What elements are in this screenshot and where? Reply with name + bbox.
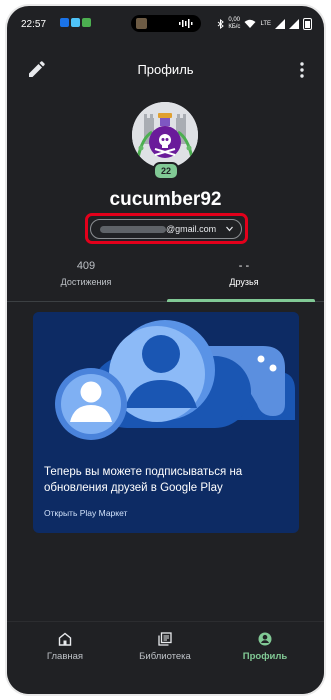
app-bar: Профиль	[7, 50, 324, 90]
promo-card-title: Теперь вы можете подписываться на обновл…	[44, 466, 243, 494]
app-notification-icon	[82, 18, 91, 27]
wifi-icon	[244, 19, 256, 28]
profile-tabs: 409 Достижения - - Друзья	[7, 256, 324, 302]
friends-illustration-icon	[33, 312, 299, 452]
dynamic-island	[131, 15, 201, 32]
app-notification-icon	[71, 18, 80, 27]
achievements-label: Достижения	[60, 277, 112, 287]
more-vert-icon[interactable]	[300, 62, 304, 78]
battery-icon	[303, 18, 312, 30]
network-speed: 0,00 КБ/с	[228, 17, 241, 30]
home-icon	[58, 632, 72, 646]
audio-wave-icon	[179, 19, 193, 28]
library-icon	[158, 632, 172, 646]
media-thumbnail-icon	[136, 18, 147, 29]
nav-home-label: Главная	[46, 651, 84, 662]
tab-friends[interactable]: - - Друзья	[165, 256, 323, 300]
nav-library[interactable]: Библиотека	[115, 632, 215, 662]
avatar[interactable]	[132, 102, 198, 168]
phone-screen: 22:57 0,00 КБ/с LTE Профиль 22 cucumber9…	[7, 6, 324, 694]
level-badge: 22	[153, 162, 179, 180]
achievements-count: 409	[76, 260, 96, 272]
highlight-box	[85, 213, 248, 244]
nav-home[interactable]: Главная	[15, 632, 115, 662]
friends-count: - -	[238, 260, 250, 272]
bluetooth-icon	[218, 19, 225, 29]
status-bar: 22:57 0,00 КБ/с LTE	[7, 6, 324, 46]
lte-label: LTE	[260, 21, 271, 27]
app-notification-icon	[60, 18, 69, 27]
status-time: 22:57	[21, 19, 47, 30]
tab-indicator	[167, 299, 315, 302]
nav-profile[interactable]: Профиль	[215, 632, 315, 662]
nav-profile-label: Профиль	[242, 651, 288, 662]
promo-card[interactable]: Теперь вы можете подписываться на обновл…	[33, 312, 299, 533]
profile-icon	[258, 632, 272, 646]
friends-label: Друзья	[229, 277, 259, 287]
bottom-navigation: Главная Библиотека Профиль	[7, 621, 324, 694]
signal-icon	[289, 19, 299, 29]
nav-library-label: Библиотека	[139, 651, 191, 662]
open-play-store-link[interactable]: Открыть Play Маркет	[44, 508, 127, 518]
status-right: 0,00 КБ/с LTE	[217, 17, 312, 31]
username: cucumber92	[109, 189, 222, 210]
notification-icons	[60, 18, 91, 27]
poison-potion-avatar-icon	[132, 102, 198, 168]
signal-icon	[275, 19, 285, 29]
tab-achievements[interactable]: 409 Достижения	[7, 256, 165, 300]
page-title: Профиль	[137, 62, 194, 77]
